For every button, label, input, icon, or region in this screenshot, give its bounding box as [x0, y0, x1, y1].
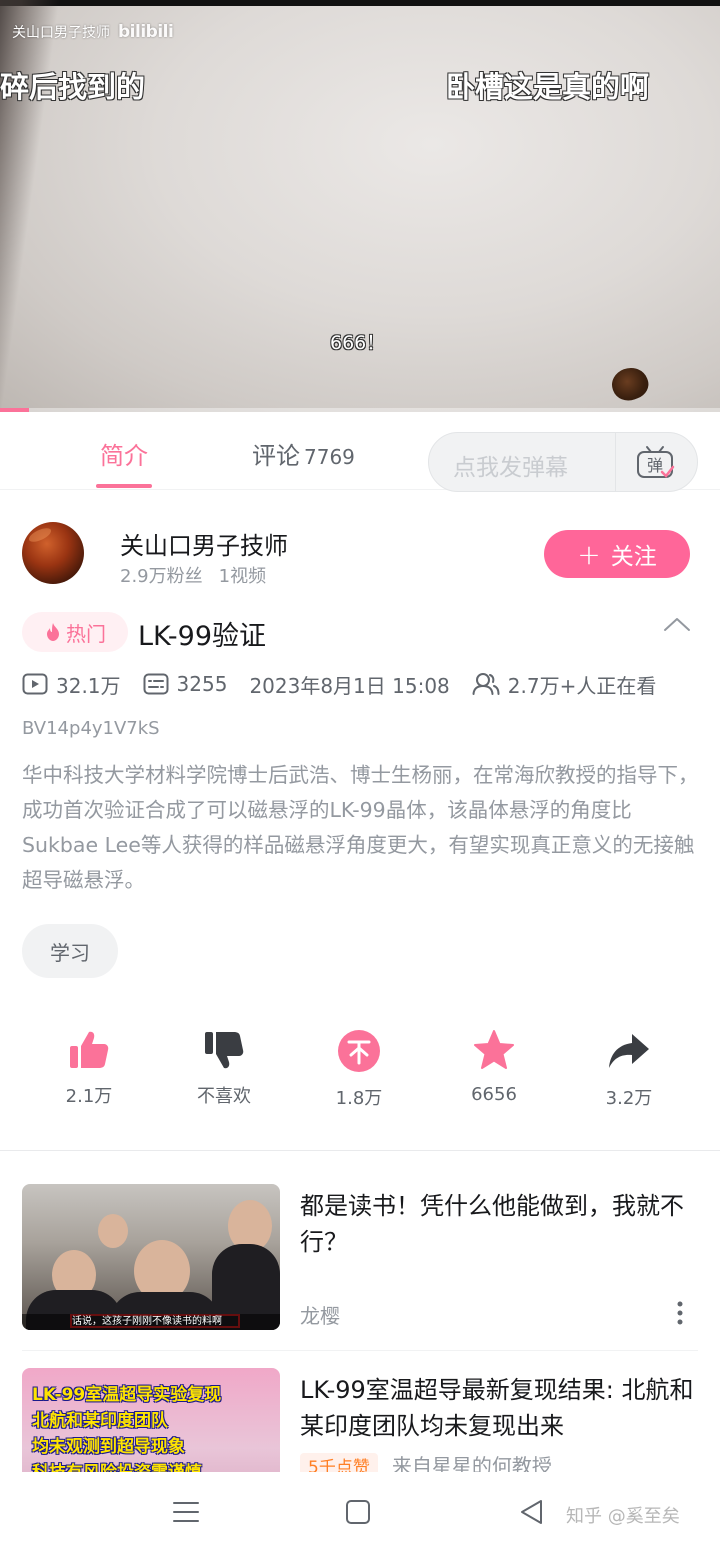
menu-icon[interactable]	[170, 1496, 202, 1528]
hot-badge[interactable]: 热门	[22, 612, 128, 652]
follow-button[interactable]: + 关注	[544, 530, 690, 578]
like-button[interactable]: 2.1万	[24, 1028, 154, 1108]
thumbs-up-icon	[70, 1031, 109, 1068]
recommended-video-card[interactable]: 话说，这孩子刚刚不像读书的料啊 都是读书！凭什么他能做到，我就不行？ 龙樱	[0, 1184, 720, 1344]
plus-icon: +	[577, 537, 601, 571]
danmaku-toggle-icon[interactable]: 弹	[635, 443, 675, 481]
video-watermark: 关山口男子技师 bilibili	[12, 22, 174, 42]
danmaku-comment: 卧槽这是真的啊	[446, 70, 650, 104]
thumbs-down-icon	[205, 1032, 244, 1069]
section-divider	[0, 1150, 720, 1151]
follow-label: 关注	[610, 544, 657, 570]
list-divider	[22, 1350, 698, 1351]
danmaku-input-placeholder: 点我发弹幕	[453, 455, 568, 481]
star-icon	[474, 1030, 514, 1069]
system-navigation-bar: 知乎 @奚至矣	[0, 1472, 720, 1552]
favorite-button[interactable]: 6656	[429, 1028, 559, 1105]
danmaku-count: 3255	[176, 672, 228, 696]
tab-comments[interactable]: 评论 7769	[252, 436, 355, 471]
recommended-title: LK-99室温超导最新复现结果: 北航和某印度团队均未复现出来	[300, 1376, 694, 1440]
thumbnail-text: LK-99室温超导实验复现	[32, 1385, 222, 1405]
video-meta-row: 32.1万 3255 2023年8月1日 15:08 2.7万+人正在看	[22, 670, 678, 698]
bvid[interactable]: BV14p4y1V7kS	[22, 718, 160, 739]
uploader-name[interactable]: 关山口男子技师	[120, 526, 288, 561]
status-bar-strip	[0, 0, 720, 6]
uploader-fans: 2.9万粉丝	[120, 566, 203, 587]
share-count: 3.2万	[605, 1088, 653, 1109]
thumbnail-text: 均未观测到超导现象	[32, 1437, 185, 1457]
publish-time: 2023年8月1日 15:08	[249, 670, 449, 699]
recommended-title: 都是读书！凭什么他能做到，我就不行？	[300, 1192, 684, 1256]
recommended-author: 龙樱	[300, 1304, 340, 1328]
like-count: 2.1万	[65, 1086, 113, 1107]
views-stat: 32.1万	[22, 670, 121, 699]
play-count-icon	[22, 673, 48, 695]
watching-count: 2.7万+人正在看	[507, 673, 657, 698]
levitating-sample	[607, 362, 653, 406]
action-row: 2.1万 不喜欢 1.8万 6656 3.2万	[0, 1028, 720, 1118]
video-thumbnail: 话说，这孩子刚刚不像读书的料啊	[22, 1184, 280, 1330]
tab-intro[interactable]: 简介	[100, 436, 148, 471]
viewers-icon	[472, 673, 500, 695]
danmaku-count-icon	[143, 673, 169, 695]
thumbnail-caption: 话说，这孩子刚刚不像读书的料啊	[22, 1314, 280, 1330]
bilibili-logo: bilibili	[118, 22, 174, 42]
video-title: LK-99验证	[138, 621, 267, 652]
uploader-stats: 2.9万粉丝 1视频	[120, 562, 266, 588]
share-button[interactable]: 3.2万	[564, 1028, 694, 1110]
danmaku-input[interactable]: 点我发弹幕 弹	[428, 432, 698, 492]
watermark-channel: 关山口男子技师	[12, 25, 110, 41]
video-frame-edge	[0, 0, 60, 412]
coin-icon	[338, 1030, 380, 1072]
thumbnail-text: 北航和某印度团队	[32, 1411, 168, 1431]
dislike-button[interactable]: 不喜欢	[159, 1028, 289, 1108]
video-description: 华中科技大学材料学院博士后武浩、博士生杨丽，在常海欣教授的指导下，成功首次验证合…	[22, 763, 699, 892]
active-tab-indicator	[96, 484, 152, 488]
danmaku-comment: 碎后找到的	[0, 70, 146, 104]
share-arrow-icon	[609, 1034, 649, 1068]
favorite-count: 6656	[471, 1084, 517, 1105]
tab-comments-label: 评论	[252, 442, 300, 470]
more-options-icon[interactable]	[670, 1300, 690, 1326]
views-count: 32.1万	[56, 673, 121, 698]
uploader-video-count: 1视频	[218, 566, 267, 587]
flame-icon	[47, 623, 59, 641]
danmaku-input-divider	[615, 433, 616, 491]
tag-chip[interactable]: 学习	[22, 924, 118, 978]
coin-button[interactable]: 1.8万	[294, 1028, 424, 1110]
danmaku-toggle-glyph: 弹	[647, 456, 663, 475]
video-player[interactable]: 关山口男子技师 bilibili 碎后找到的 卧槽这是真的啊 666！	[0, 0, 720, 412]
tab-comments-count: 7769	[304, 445, 355, 469]
detail-tab-bar: 简介 评论 7769 点我发弹幕 弹	[0, 412, 720, 492]
uploader-avatar[interactable]	[22, 522, 84, 584]
zhihu-watermark: 知乎 @奚至矣	[566, 1506, 680, 1527]
danmaku-stat: 3255	[143, 672, 228, 696]
dislike-label: 不喜欢	[197, 1086, 251, 1107]
hot-badge-label: 热门	[66, 621, 106, 646]
home-icon[interactable]	[342, 1496, 374, 1528]
chevron-up-icon[interactable]	[662, 614, 692, 634]
danmaku-comment: 666！	[330, 332, 386, 354]
coin-count: 1.8万	[335, 1088, 383, 1109]
publish-time-text: 2023年8月1日 15:08	[249, 673, 450, 698]
back-icon[interactable]	[516, 1496, 548, 1528]
watching-stat: 2.7万+人正在看	[472, 670, 657, 699]
